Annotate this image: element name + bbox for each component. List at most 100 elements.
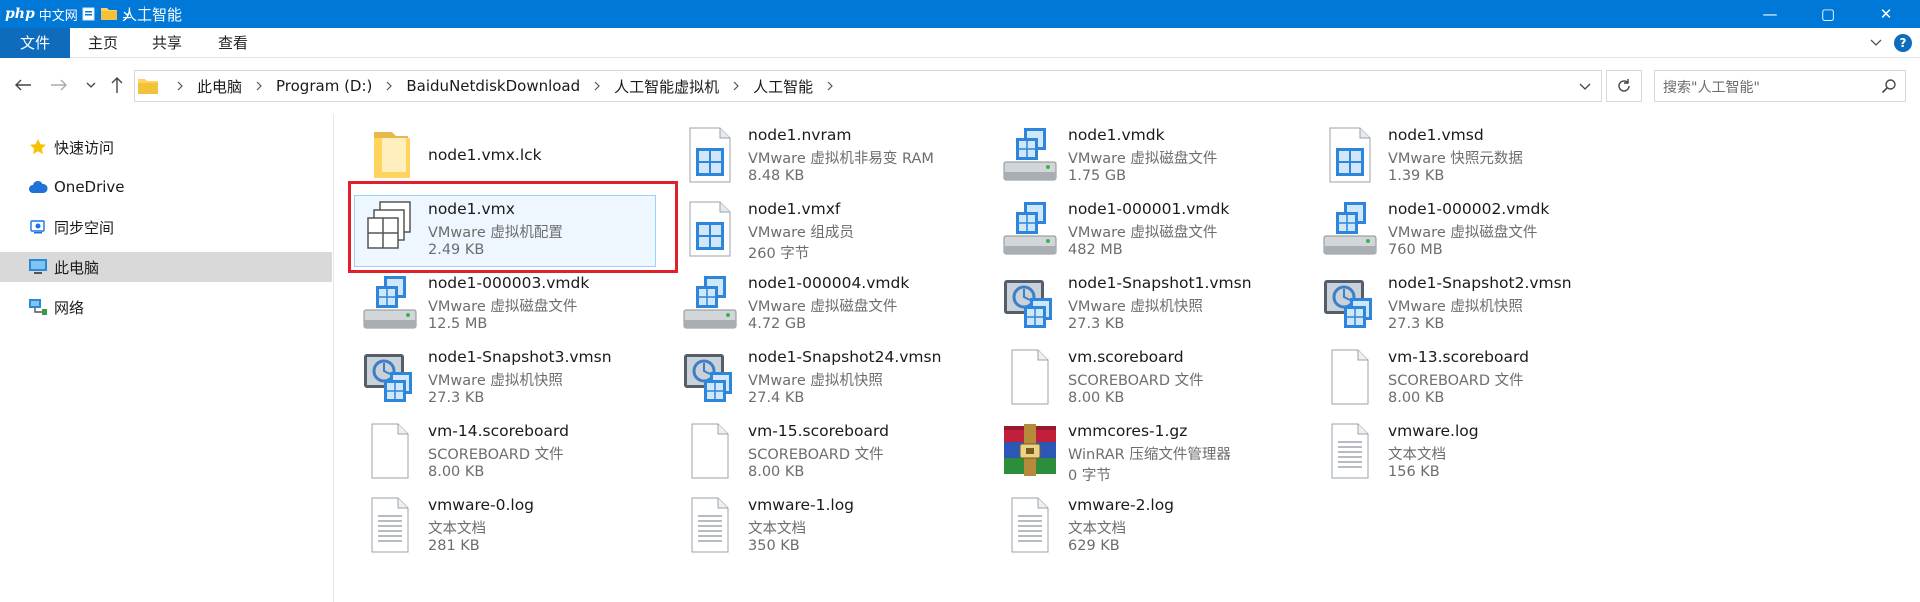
file-item[interactable]: vm-14.scoreboard SCOREBOARD 文件 8.00 KB [334, 416, 652, 490]
file-type: 文本文档 [428, 521, 486, 537]
file-name: vmmcores-1.gz [1068, 422, 1188, 440]
file-name: vmware-2.log [1068, 496, 1175, 514]
vmware-doc-icon [680, 124, 740, 186]
file-name: vmware-0.log [428, 496, 535, 514]
tab-share[interactable]: 共享 [138, 28, 196, 58]
file-item[interactable]: vmware-1.log 文本文档 350 KB [654, 490, 972, 564]
file-type: VMware 虚拟机快照 [1388, 299, 1523, 315]
file-size: 281 KB [428, 538, 480, 554]
file-name: node1-Snapshot1.vmsn [1068, 274, 1252, 292]
file-item[interactable]: vm-13.scoreboard SCOREBOARD 文件 8.00 KB [1294, 342, 1612, 416]
file-type: VMware 虚拟磁盘文件 [748, 299, 898, 315]
search-box[interactable]: 搜索"人工智能" [1654, 70, 1906, 102]
chevron-right-icon[interactable] [380, 80, 398, 92]
file-type: SCOREBOARD 文件 [1388, 373, 1524, 389]
close-button[interactable]: ✕ [1858, 0, 1914, 28]
window-title: 人工智能 [122, 6, 183, 24]
chevron-down-icon[interactable] [1868, 34, 1884, 50]
vmware-snapshot-icon [680, 346, 740, 408]
file-item[interactable]: node1-000001.vmdk VMware 虚拟磁盘文件 482 MB [974, 194, 1292, 268]
recent-locations-button[interactable] [78, 72, 104, 98]
file-item[interactable]: vmware-2.log 文本文档 629 KB [974, 490, 1292, 564]
file-size: 8.48 KB [748, 168, 805, 184]
file-name: node1.vmx [428, 200, 515, 218]
help-icon[interactable]: ? [1894, 34, 1912, 52]
chevron-right-icon[interactable] [727, 80, 745, 92]
file-type: VMware 虚拟磁盘文件 [1068, 151, 1218, 167]
sidebar-item-sync-space[interactable]: 同步空间 [0, 212, 332, 242]
chevron-right-icon[interactable] [171, 80, 189, 92]
file-size: 27.3 KB [428, 390, 485, 406]
address-bar[interactable]: 此电脑 Program (D:) BaiduNetdiskDownload 人工… [134, 70, 1602, 102]
up-button[interactable] [104, 72, 130, 98]
arrow-left-icon [15, 79, 31, 91]
file-item[interactable]: node1.vmx VMware 虚拟机配置 2.49 KB [334, 194, 656, 268]
sidebar-item-quick-access[interactable]: 快速访问 [0, 132, 332, 162]
file-item[interactable]: vmware-0.log 文本文档 281 KB [334, 490, 652, 564]
breadcrumb-baidu[interactable]: BaiduNetdiskDownload [406, 77, 580, 95]
file-name: vm-14.scoreboard [428, 422, 569, 440]
search-placeholder: 搜索"人工智能" [1663, 80, 1760, 96]
file-item[interactable]: node1.vmsd VMware 快照元数据 1.39 KB [1294, 120, 1612, 194]
file-name: node1.vmxf [748, 200, 841, 218]
breadcrumb-program-d[interactable]: Program (D:) [276, 77, 372, 95]
breadcrumb-this-pc[interactable]: 此电脑 [197, 76, 242, 97]
refresh-button[interactable] [1606, 70, 1642, 102]
file-item[interactable]: vm-15.scoreboard SCOREBOARD 文件 8.00 KB [654, 416, 972, 490]
file-size: 156 KB [1388, 464, 1440, 480]
file-item[interactable]: node1-000002.vmdk VMware 虚拟磁盘文件 760 MB [1294, 194, 1612, 268]
breadcrumb-ai[interactable]: 人工智能 [753, 76, 813, 97]
folder-icon [101, 8, 117, 20]
maximize-button[interactable]: ▢ [1800, 0, 1856, 28]
file-type: VMware 组成员 [748, 225, 854, 241]
file-item[interactable]: node1.nvram VMware 虚拟机非易变 RAM 8.48 KB [654, 120, 972, 194]
chevron-right-icon[interactable] [250, 80, 268, 92]
file-item[interactable]: node1-Snapshot1.vmsn VMware 虚拟机快照 27.3 KB [974, 268, 1292, 342]
sidebar-item-network[interactable]: 网络 [0, 292, 332, 322]
file-type: 文本文档 [748, 521, 806, 537]
vmware-doc-icon [1320, 124, 1380, 186]
file-name: node1-Snapshot24.vmsn [748, 348, 942, 366]
folder-icon [360, 124, 420, 186]
file-item[interactable]: node1-Snapshot3.vmsn VMware 虚拟机快照 27.3 KB [334, 342, 652, 416]
tab-home[interactable]: 主页 [74, 28, 132, 58]
file-type: SCOREBOARD 文件 [748, 447, 884, 463]
file-item[interactable]: node1-Snapshot2.vmsn VMware 虚拟机快照 27.3 KB [1294, 268, 1612, 342]
file-item[interactable]: node1.vmx.lck [334, 120, 652, 194]
title-bar: php 中文网 人工智能 — ▢ ✕ [0, 0, 1920, 28]
sidebar-item-label: OneDrive [54, 178, 125, 196]
file-size: 27.3 KB [1388, 316, 1445, 332]
vmware-config-icon [360, 198, 420, 260]
file-type: 文本文档 [1068, 521, 1126, 537]
file-item[interactable]: vmmcores-1.gz WinRAR 压缩文件管理器 0 字节 [974, 416, 1292, 490]
chevron-right-icon[interactable] [821, 80, 839, 92]
file-type: WinRAR 压缩文件管理器 [1068, 447, 1231, 463]
file-size: 8.00 KB [1068, 390, 1125, 406]
file-name: vmware-1.log [748, 496, 855, 514]
file-item[interactable]: node1-000004.vmdk VMware 虚拟磁盘文件 4.72 GB [654, 268, 972, 342]
navigation-pane: 快速访问 OneDrive 同步空间 此电脑 网络 [0, 114, 334, 602]
sidebar-item-onedrive[interactable]: OneDrive [0, 172, 332, 202]
cn-watermark: 中文网 [38, 8, 78, 24]
file-item[interactable]: vmware.log 文本文档 156 KB [1294, 416, 1612, 490]
forward-button[interactable] [46, 72, 72, 98]
back-button[interactable] [10, 72, 36, 98]
tab-file[interactable]: 文件 [0, 28, 70, 58]
file-name: vm-15.scoreboard [748, 422, 889, 440]
file-item[interactable]: node1.vmdk VMware 虚拟磁盘文件 1.75 GB [974, 120, 1292, 194]
file-item[interactable]: node1-000003.vmdk VMware 虚拟磁盘文件 12.5 MB [334, 268, 652, 342]
minimize-button[interactable]: — [1742, 0, 1798, 28]
search-icon[interactable] [1881, 78, 1897, 94]
file-type: 文本文档 [1388, 447, 1446, 463]
properties-icon[interactable] [81, 7, 97, 21]
chevron-right-icon[interactable] [588, 80, 606, 92]
file-item[interactable]: node1.vmxf VMware 组成员 260 字节 [654, 194, 972, 268]
address-dropdown-button[interactable] [1569, 71, 1601, 101]
file-item[interactable]: vm.scoreboard SCOREBOARD 文件 8.00 KB [974, 342, 1292, 416]
sidebar-item-this-pc[interactable]: 此电脑 [0, 252, 332, 282]
breadcrumb-ai-vm[interactable]: 人工智能虚拟机 [614, 76, 719, 97]
file-item[interactable]: node1-Snapshot24.vmsn VMware 虚拟机快照 27.4 KB [654, 342, 972, 416]
tab-view[interactable]: 查看 [204, 28, 262, 58]
file-name: node1-000001.vmdk [1068, 200, 1230, 218]
computer-icon [28, 258, 48, 276]
